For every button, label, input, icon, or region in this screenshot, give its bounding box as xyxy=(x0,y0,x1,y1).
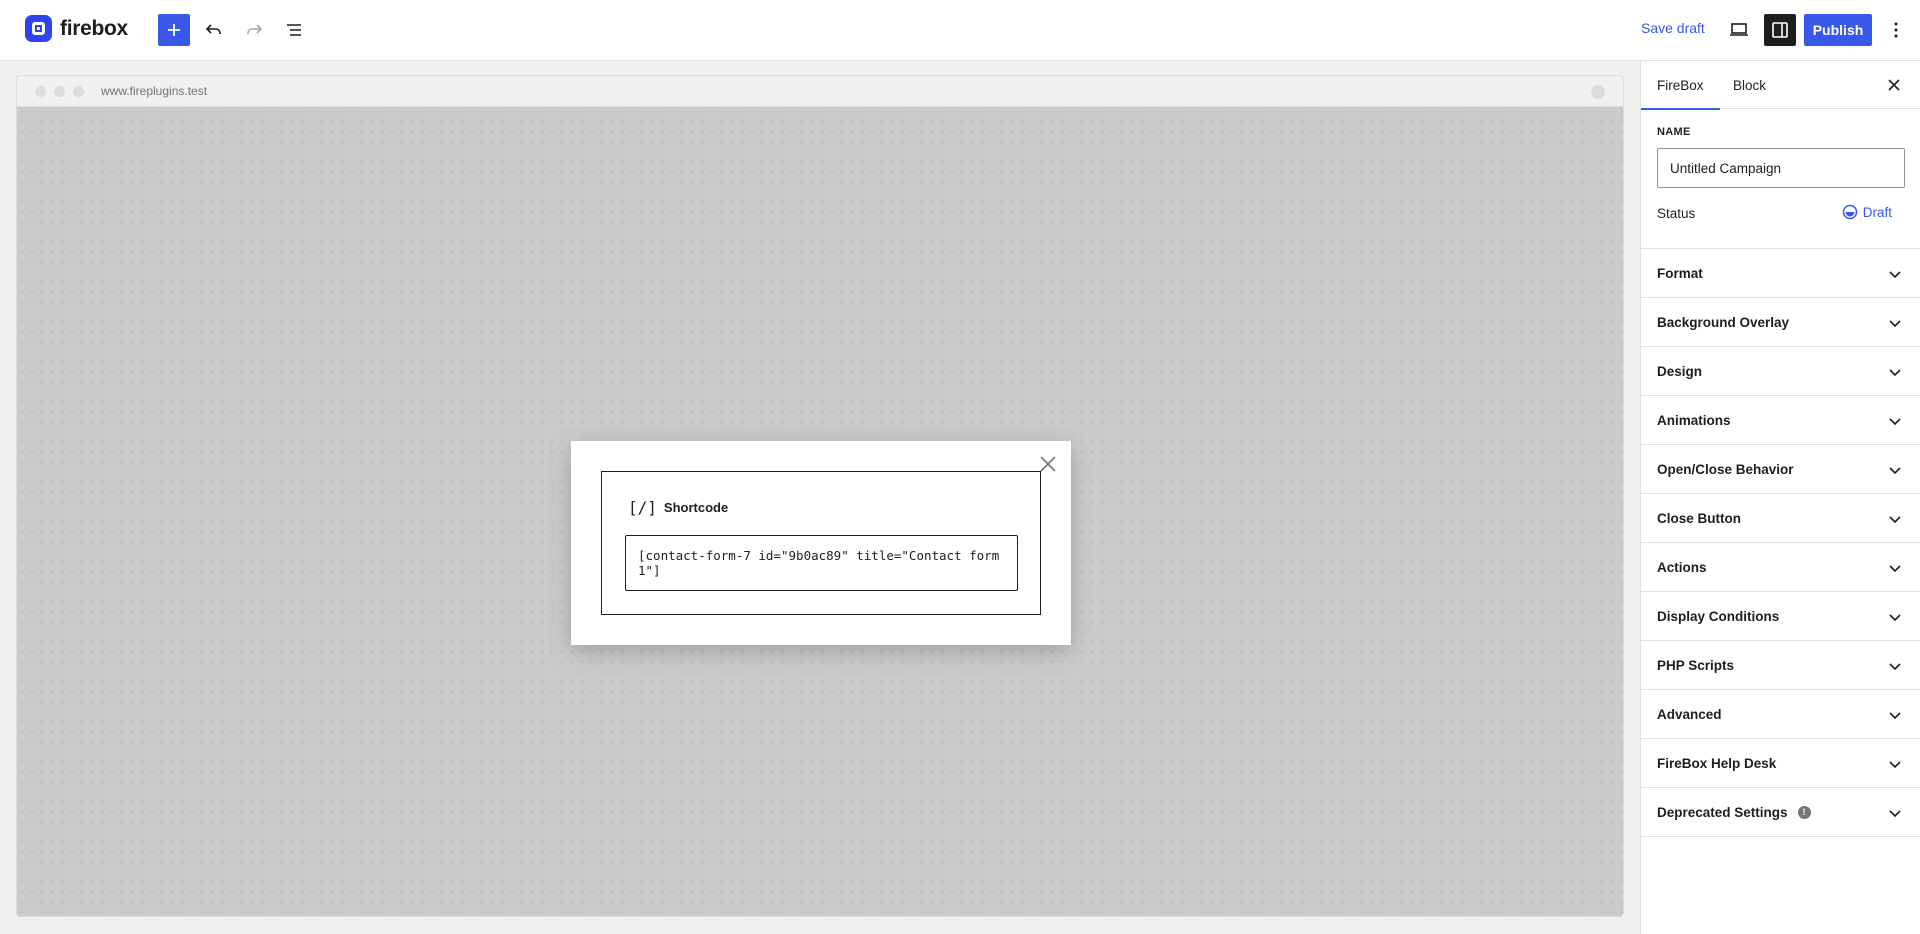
chevron-down-icon xyxy=(1889,418,1901,426)
panel-title: Advanced xyxy=(1657,706,1722,722)
name-label: NAME xyxy=(1657,126,1691,138)
browser-address-bar: www.fireplugins.test xyxy=(17,76,1623,107)
panel-design[interactable]: Design xyxy=(1641,347,1920,396)
save-draft-button[interactable]: Save draft xyxy=(1641,20,1705,36)
sidebar-icon xyxy=(1772,22,1788,38)
chevron-down-icon xyxy=(1889,761,1901,769)
status-value: Draft xyxy=(1862,204,1892,220)
document-overview-button[interactable] xyxy=(278,14,310,46)
campaign-popup[interactable]: [/] Shortcode [contact-form-7 id="9b0ac8… xyxy=(571,441,1071,645)
panel-advanced[interactable]: Advanced xyxy=(1641,690,1920,739)
redo-button[interactable] xyxy=(238,14,270,46)
panel-background-overlay[interactable]: Background Overlay xyxy=(1641,298,1920,347)
device-preview-button[interactable] xyxy=(1723,14,1755,46)
settings-toggle-button[interactable] xyxy=(1764,14,1796,46)
top-toolbar: firebox Save draft Publish xyxy=(0,0,1920,61)
editor-canvas: www.fireplugins.test [/] Shortcode [cont… xyxy=(0,61,1640,934)
panel-php-scripts[interactable]: PHP Scripts xyxy=(1641,641,1920,690)
chevron-down-icon xyxy=(1889,712,1901,720)
shortcode-block-header: [/] Shortcode xyxy=(628,498,728,517)
tab-block[interactable]: Block xyxy=(1733,61,1766,109)
chevron-down-icon xyxy=(1889,614,1901,622)
panel-title: Deprecated Settings xyxy=(1657,804,1788,820)
panel-title: PHP Scripts xyxy=(1657,657,1735,673)
shortcode-block[interactable]: [/] Shortcode [contact-form-7 id="9b0ac8… xyxy=(601,471,1041,615)
panel-title: FireBox Help Desk xyxy=(1657,755,1777,771)
undo-button[interactable] xyxy=(198,14,230,46)
browser-url: www.fireplugins.test xyxy=(101,84,208,98)
shortcode-block-title: Shortcode xyxy=(663,500,729,515)
chevron-down-icon xyxy=(1889,516,1901,524)
popup-stage[interactable]: [/] Shortcode [contact-form-7 id="9b0ac8… xyxy=(17,107,1623,916)
brand-name: firebox xyxy=(60,16,128,40)
more-vertical-icon xyxy=(1894,22,1898,38)
laptop-icon xyxy=(1730,23,1748,36)
panel-firebox-help-desk[interactable]: FireBox Help Desk xyxy=(1641,739,1920,788)
sidebar-tabs: FireBox Block xyxy=(1641,61,1920,110)
options-button[interactable] xyxy=(1880,14,1912,46)
status-draft-button[interactable]: Draft xyxy=(1842,204,1892,220)
popup-close-icon[interactable] xyxy=(1039,455,1057,473)
chevron-down-icon xyxy=(1889,271,1901,279)
chevron-down-icon xyxy=(1889,320,1901,328)
panel-title: Format xyxy=(1657,265,1703,281)
redo-icon xyxy=(247,24,263,34)
panel-display-conditions[interactable]: Display Conditions xyxy=(1641,592,1920,641)
panel-open-close-behavior[interactable]: Open/Close Behavior xyxy=(1641,445,1920,494)
tab-firebox[interactable]: FireBox xyxy=(1641,61,1719,110)
publish-button[interactable]: Publish xyxy=(1804,14,1872,46)
chevron-down-icon xyxy=(1889,467,1901,475)
plus-icon xyxy=(168,24,180,36)
shortcode-input[interactable]: [contact-form-7 id="9b0ac89" title="Cont… xyxy=(625,535,1018,591)
close-icon xyxy=(1888,79,1900,91)
add-block-button[interactable] xyxy=(158,14,190,46)
firebox-logo-icon xyxy=(25,15,52,42)
undo-icon xyxy=(205,24,221,34)
panel-title: Design xyxy=(1657,363,1703,379)
panel-title: Open/Close Behavior xyxy=(1657,461,1794,477)
shortcode-icon: [/] xyxy=(628,498,657,517)
close-sidebar-button[interactable] xyxy=(1884,75,1904,95)
list-view-icon xyxy=(287,24,301,36)
panel-animations[interactable]: Animations xyxy=(1641,396,1920,445)
chevron-down-icon xyxy=(1889,369,1901,377)
settings-sidebar: FireBox Block NAME Untitled Campaign Sta… xyxy=(1640,61,1920,934)
panel-title: Background Overlay xyxy=(1657,314,1790,330)
panel-title: Close Button xyxy=(1657,510,1741,526)
chevron-down-icon xyxy=(1889,663,1901,671)
chevron-down-icon xyxy=(1889,810,1901,818)
browser-frame: www.fireplugins.test [/] Shortcode [cont… xyxy=(16,75,1624,917)
panel-title: Animations xyxy=(1657,412,1731,428)
browser-circle-icon xyxy=(1591,85,1605,99)
campaign-name-input[interactable]: Untitled Campaign xyxy=(1657,148,1905,188)
panel-close-button[interactable]: Close Button xyxy=(1641,494,1920,543)
panel-format[interactable]: Format xyxy=(1641,249,1920,298)
draft-status-icon xyxy=(1842,204,1857,220)
panel-actions[interactable]: Actions xyxy=(1641,543,1920,592)
panel-deprecated-settings[interactable]: Deprecated Settings! xyxy=(1641,788,1920,837)
window-dots xyxy=(35,86,84,97)
firebox-logo[interactable]: firebox xyxy=(25,15,128,42)
chevron-down-icon xyxy=(1889,565,1901,573)
status-label: Status xyxy=(1657,206,1696,221)
panel-title: Actions xyxy=(1657,559,1707,575)
settings-panels: Format Background Overlay Design Animati… xyxy=(1641,248,1920,837)
info-icon[interactable]: ! xyxy=(1797,805,1811,819)
panel-title: Display Conditions xyxy=(1657,608,1780,624)
